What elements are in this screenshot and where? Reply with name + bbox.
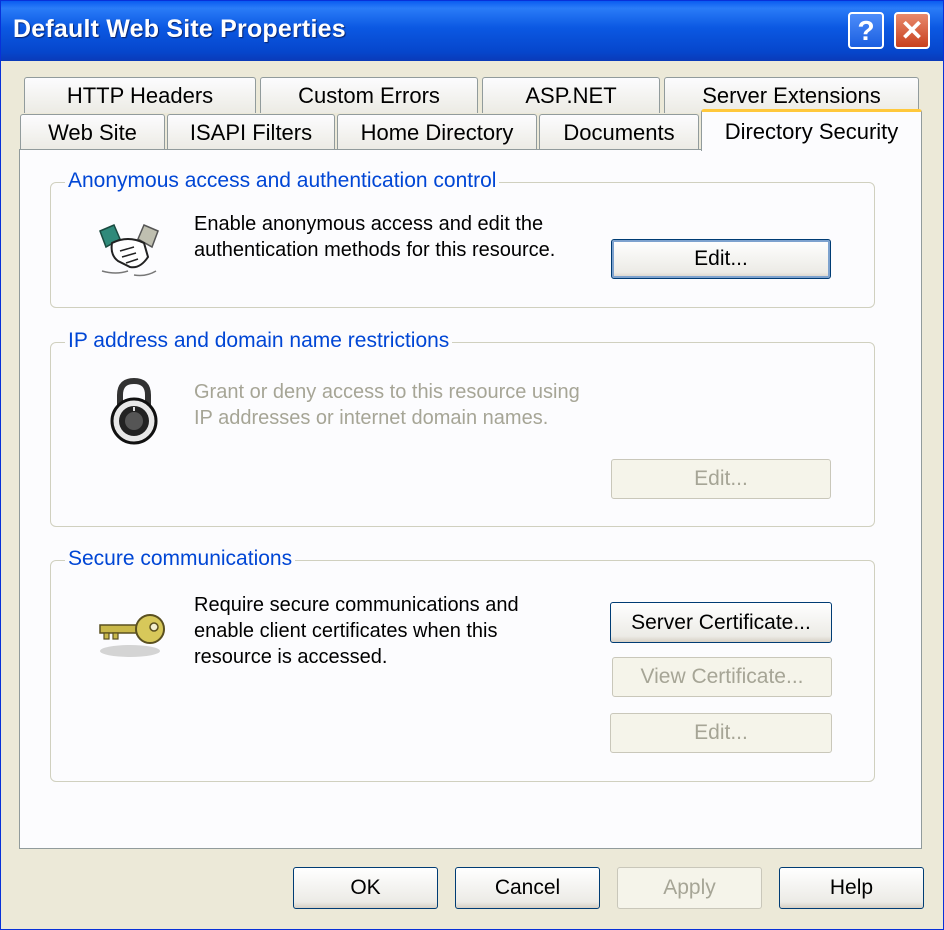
tab-asp-net[interactable]: ASP.NET: [482, 77, 660, 113]
ip-restrictions-group: IP address and domain name restrictions …: [50, 329, 875, 527]
question-icon: ?: [857, 14, 875, 46]
padlock-icon: [110, 377, 158, 445]
key-icon: [99, 614, 165, 657]
title-bar[interactable]: Default Web Site Properties ? ✕: [1, 1, 943, 61]
secure-edit-button[interactable]: Edit...: [610, 713, 832, 753]
cancel-button[interactable]: Cancel: [455, 867, 600, 909]
secure-description-line1: Require secure communications and: [194, 594, 519, 616]
ip-description-line1: Grant or deny access to this resource us…: [194, 381, 580, 403]
secure-communications-group: Secure communications Require secure com…: [50, 547, 875, 782]
ip-edit-button[interactable]: Edit...: [611, 459, 831, 499]
close-button[interactable]: ✕: [894, 12, 930, 49]
tab-panel: Anonymous access and authentication cont…: [19, 149, 922, 849]
secure-description-line2: enable client certificates when this: [194, 620, 498, 642]
anonymous-edit-button[interactable]: Edit...: [611, 239, 831, 279]
server-certificate-button[interactable]: Server Certificate...: [610, 602, 832, 643]
close-icon: ✕: [900, 15, 924, 46]
help-title-button[interactable]: ?: [848, 12, 884, 49]
handshake-icon: [99, 224, 159, 277]
properties-dialog: Default Web Site Properties ? ✕ HTTP Hea…: [0, 0, 944, 930]
anonymous-access-description: Enable anonymous access and edit the aut…: [194, 211, 555, 263]
tab-server-extensions[interactable]: Server Extensions: [664, 77, 919, 113]
anonymous-access-group: Anonymous access and authentication cont…: [50, 169, 875, 308]
anonymous-description-line2: authentication methods for this resource…: [194, 239, 556, 261]
help-button[interactable]: Help: [779, 867, 924, 909]
ip-restrictions-description: Grant or deny access to this resource us…: [194, 379, 580, 431]
tab-directory-security[interactable]: Directory Security: [701, 109, 922, 151]
tab-custom-errors[interactable]: Custom Errors: [260, 77, 478, 113]
anonymous-access-legend: Anonymous access and authentication cont…: [65, 169, 500, 193]
apply-button[interactable]: Apply: [617, 867, 762, 909]
tab-documents[interactable]: Documents: [539, 114, 699, 150]
tab-http-headers[interactable]: HTTP Headers: [24, 77, 256, 113]
tab-isapi-filters[interactable]: ISAPI Filters: [167, 114, 335, 150]
view-certificate-button[interactable]: View Certificate...: [612, 657, 832, 697]
ok-button[interactable]: OK: [293, 867, 438, 909]
window-title: Default Web Site Properties: [13, 15, 346, 43]
secure-communications-description: Require secure communications and enable…: [194, 592, 519, 670]
secure-description-line3: resource is accessed.: [194, 646, 388, 668]
tab-home-directory[interactable]: Home Directory: [337, 114, 537, 150]
ip-description-line2: IP addresses or internet domain names.: [194, 407, 549, 429]
secure-communications-legend: Secure communications: [65, 547, 296, 571]
ip-restrictions-legend: IP address and domain name restrictions: [65, 329, 453, 353]
anonymous-description-line1: Enable anonymous access and edit the: [194, 213, 544, 235]
tab-web-site[interactable]: Web Site: [20, 114, 165, 150]
